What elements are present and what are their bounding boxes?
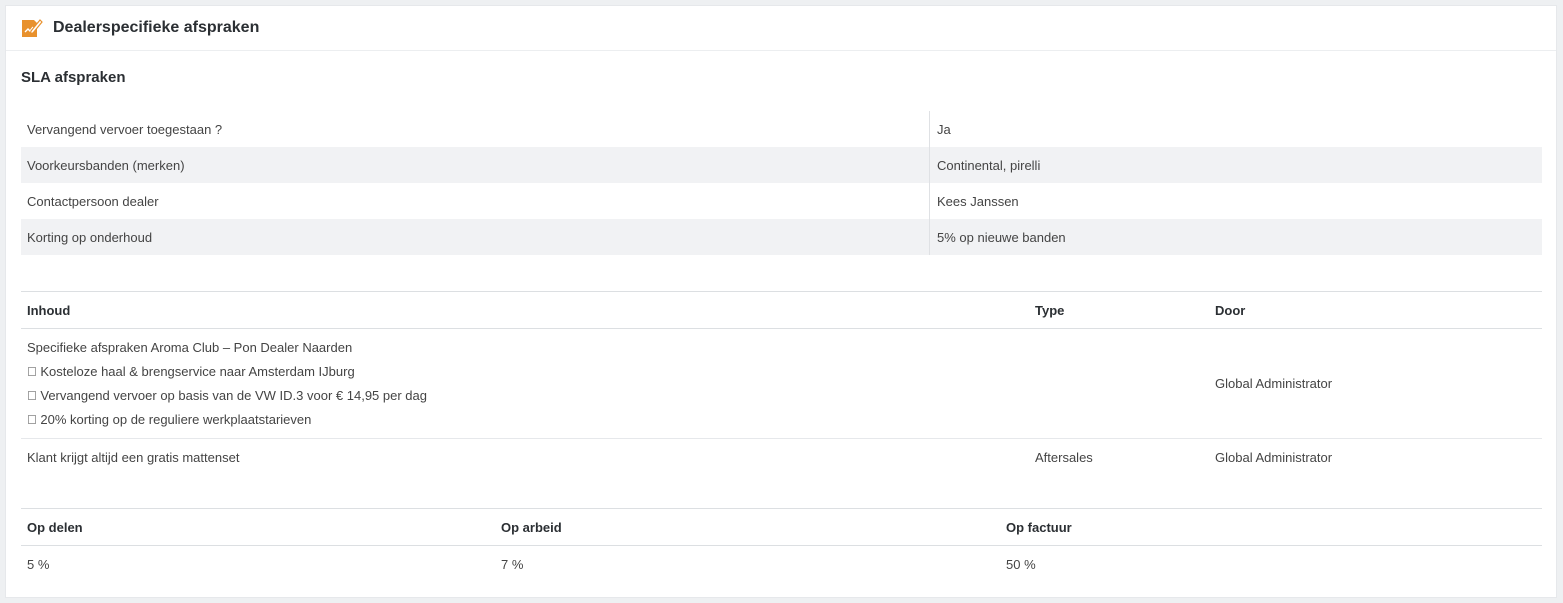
- panel-header: Dealerspecifieke afspraken: [6, 6, 1556, 51]
- sla-row: Voorkeursbanden (merken) Continental, pi…: [21, 147, 1542, 183]
- dealer-agreements-panel: Dealerspecifieke afspraken SLA afspraken…: [5, 5, 1557, 598]
- discount-invoice: 50 %: [1006, 557, 1036, 573]
- sla-value: 5% op nieuwe banden: [937, 229, 1066, 245]
- column-header-type: Type: [1029, 291, 1209, 329]
- table-row: 5 % 7 % 50 %: [21, 546, 1542, 584]
- column-header-labor: Op arbeid: [495, 508, 1000, 546]
- sla-section-title: SLA afspraken: [21, 69, 126, 86]
- sla-row: Korting op onderhoud 5% op nieuwe banden: [21, 219, 1542, 255]
- column-header-by: Door: [1209, 291, 1542, 329]
- panel-title: Dealerspecifieke afspraken: [53, 19, 260, 36]
- sla-value: Ja: [937, 121, 951, 137]
- sla-key: Voorkeursbanden (merken): [21, 147, 930, 183]
- column-header-content: Inhoud: [21, 291, 1029, 329]
- agreement-type: Aftersales: [1035, 450, 1093, 466]
- sla-value: Kees Janssen: [937, 193, 1019, 209]
- content-line: Specifieke afspraken Aroma Club – Pon De…: [27, 339, 353, 355]
- sla-key: Vervangend vervoer toegestaan ?: [21, 111, 930, 147]
- sla-key: Contactpersoon dealer: [21, 183, 930, 219]
- sla-value: Continental, pirelli: [937, 157, 1041, 173]
- agreement-by: Global Administrator: [1209, 328, 1542, 439]
- content-line:   20% korting op de reguliere werkplaats…: [27, 411, 312, 427]
- agreements-table: Inhoud Type Door Specifieke afspraken Ar…: [21, 291, 1542, 477]
- column-header-invoice: Op factuur: [1000, 508, 1542, 546]
- agreement-by: Global Administrator: [1215, 450, 1333, 466]
- edit-document-icon: [21, 18, 43, 38]
- table-row: Specifieke afspraken Aroma Club – Pon De…: [21, 328, 1542, 439]
- agreement-content: Specifieke afspraken Aroma Club – Pon De…: [21, 328, 1029, 439]
- agreement-content: Klant krijgt altijd een gratis mattenset: [27, 450, 240, 466]
- agreement-type: [1029, 328, 1209, 439]
- discount-labor: 7 %: [501, 557, 524, 573]
- table-row: Klant krijgt altijd een gratis mattenset…: [21, 439, 1542, 477]
- column-header-parts: Op delen: [21, 508, 495, 546]
- sla-row: Vervangend vervoer toegestaan ? Ja: [21, 111, 1542, 147]
- sla-table: Vervangend vervoer toegestaan ? Ja Voork…: [21, 111, 1542, 255]
- discount-parts: 5 %: [27, 557, 50, 573]
- content-line:   Vervangend vervoer op basis van de VW …: [27, 387, 427, 403]
- content-line:   Kosteloze haal & brengservice naar Ams…: [27, 363, 355, 379]
- sla-row: Contactpersoon dealer Kees Janssen: [21, 183, 1542, 219]
- discounts-table: Op delen Op arbeid Op factuur 5 % 7 % 50…: [21, 508, 1542, 584]
- sla-key: Korting op onderhoud: [21, 219, 930, 255]
